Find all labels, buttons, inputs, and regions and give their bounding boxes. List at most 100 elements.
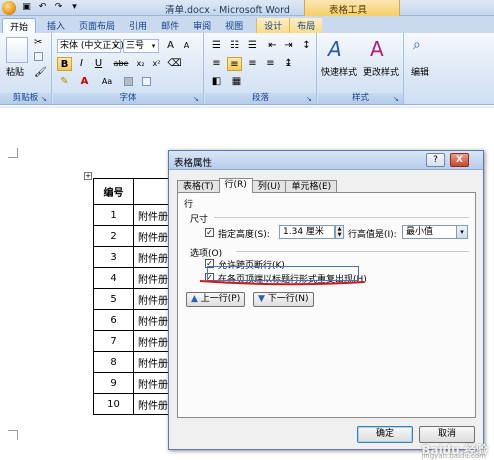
bold-button[interactable]: B xyxy=(57,57,72,71)
clear-format-icon[interactable]: ⌫ xyxy=(167,57,182,71)
size-label: 尺寸 xyxy=(190,215,209,225)
table-cell-num[interactable]: 4 xyxy=(93,267,134,289)
height-spinner[interactable]: ▲ ▼ xyxy=(335,225,344,239)
styles-launcher-icon[interactable]: ↘ xyxy=(393,95,401,103)
table-cell-num[interactable]: 5 xyxy=(93,288,134,310)
align-center-icon[interactable]: ≡ xyxy=(227,57,242,71)
grow-font-icon[interactable]: A xyxy=(163,39,178,53)
table-row: 编号 xyxy=(93,178,180,205)
ok-button[interactable]: 确定 xyxy=(357,426,413,443)
font-color-icon[interactable]: A xyxy=(77,75,92,89)
specify-height-checkbox[interactable]: ✓ xyxy=(205,228,214,237)
table-cell-num[interactable]: 2 xyxy=(93,225,134,247)
tab-row[interactable]: 行(R) xyxy=(218,178,253,193)
strikethrough-button[interactable]: abe xyxy=(111,57,131,71)
help-button[interactable]: ? xyxy=(426,153,445,167)
table-cell-num[interactable]: 8 xyxy=(93,351,134,373)
selection-highlight xyxy=(207,266,359,281)
table-row: 3 附件册 xyxy=(93,246,180,268)
superscript-button[interactable]: x² xyxy=(149,57,164,71)
tab-design[interactable]: 设计 xyxy=(256,18,290,33)
table-cell-num[interactable]: 7 xyxy=(93,330,134,352)
quick-styles-icon[interactable]: A xyxy=(328,37,342,61)
dialog-title-bar[interactable]: 表格属性 ? X xyxy=(169,151,483,170)
align-left-icon[interactable]: ≡ xyxy=(209,57,224,71)
shrink-font-icon[interactable]: A xyxy=(179,39,194,53)
tab-mailings[interactable]: 邮件 xyxy=(154,18,186,33)
tab-page-layout[interactable]: 页面布局 xyxy=(72,18,122,33)
ribbon: 粘贴 ✂ 🖌 剪贴板 ↘ 宋体 (中文正文) ▾ 三号 ▾ A A B I U ab… xyxy=(0,33,494,105)
char-shading-icon[interactable] xyxy=(121,75,136,89)
change-styles-icon[interactable]: A xyxy=(370,37,384,61)
document-table[interactable]: 编号 1 附件册 2 附件册 3 附件册 4 附件册 5 附件册 6 附件册 7 附件册 8附… xyxy=(93,178,180,415)
subscript-button[interactable]: x₂ xyxy=(133,57,148,71)
editing-group: ⌕ 编辑 xyxy=(405,33,439,105)
editing-button[interactable]: 编辑 xyxy=(411,65,429,78)
row-tab-panel: 行 尺寸 ✓ 指定高度(S): 1.34 厘米 ▲ ▼ 行高值是(I): 最小值 ▾… xyxy=(177,192,476,418)
table-cell-num[interactable]: 1 xyxy=(93,204,134,226)
clipboard-launcher-icon[interactable]: ↘ xyxy=(41,95,49,103)
format-painter-icon[interactable]: 🖌 xyxy=(34,67,47,78)
multilevel-list-icon[interactable]: ☰ xyxy=(245,39,260,53)
text-highlight-icon[interactable]: ✎ xyxy=(57,75,72,89)
table-move-handle-icon[interactable]: + xyxy=(84,172,92,180)
find-icon[interactable]: ⌕ xyxy=(413,37,421,53)
borders-icon[interactable]: ▦ xyxy=(229,75,244,89)
save-icon[interactable]: ▣ xyxy=(20,1,33,14)
context-tool-label: 表格工具 xyxy=(329,5,368,16)
styles-group-label: 样式 xyxy=(318,93,403,104)
chevron-down-icon: ▾ xyxy=(456,226,467,238)
font-launcher-icon[interactable]: ↘ xyxy=(193,95,201,103)
dialog-title: 表格属性 xyxy=(174,158,213,169)
table-cell-num[interactable]: 10 xyxy=(93,393,134,415)
tab-view[interactable]: 视图 xyxy=(218,18,250,33)
table-cell-num[interactable]: 6 xyxy=(93,309,134,331)
align-right-icon[interactable]: ≡ xyxy=(245,57,260,71)
previous-row-label: 上一行(P) xyxy=(200,294,241,304)
table-row: 10 附件册 xyxy=(93,393,180,415)
decrease-indent-icon[interactable]: ⇤ xyxy=(265,39,280,53)
underline-button[interactable]: U xyxy=(91,57,106,71)
redo-icon[interactable]: ↷ xyxy=(52,1,65,14)
sort-icon[interactable]: ↕ xyxy=(299,39,314,53)
table-header-cell[interactable]: 编号 xyxy=(93,178,134,205)
justify-icon[interactable]: ≡ xyxy=(263,57,278,71)
row-height-mode-select[interactable]: 最小值 ▾ xyxy=(402,225,468,239)
previous-row-button[interactable]: ▲ 上一行(P) xyxy=(186,292,246,307)
tab-review[interactable]: 审阅 xyxy=(186,18,218,33)
bullets-icon[interactable]: ☰ xyxy=(209,39,224,53)
height-input[interactable]: 1.34 厘米 xyxy=(279,225,335,239)
line-spacing-icon[interactable]: ↨ xyxy=(281,57,296,71)
arrow-up-icon: ▲ xyxy=(191,294,198,304)
char-border-icon[interactable] xyxy=(139,75,154,89)
table-cell-num[interactable]: 9 xyxy=(93,372,134,394)
change-case-button[interactable]: Aa xyxy=(97,75,117,89)
tab-home[interactable]: 开始 xyxy=(2,18,37,33)
customize-qat-icon[interactable]: ▾ xyxy=(68,1,81,14)
paragraph-group-label: 段落 xyxy=(205,93,316,104)
shading-icon[interactable]: ◧ xyxy=(209,75,224,89)
paste-icon[interactable] xyxy=(6,37,28,63)
font-size-select[interactable]: 三号 ▾ xyxy=(123,39,159,53)
paste-button[interactable]: 粘贴 xyxy=(6,65,24,78)
change-styles-button[interactable]: 更改样式 xyxy=(363,65,399,78)
font-name-select[interactable]: 宋体 (中文正文) ▾ xyxy=(57,39,124,53)
copy-icon[interactable] xyxy=(34,52,43,62)
italic-button[interactable]: I xyxy=(74,57,89,71)
margin-corner-top-left xyxy=(8,148,18,158)
clipboard-group: 粘贴 ✂ 🖌 剪贴板 ↘ xyxy=(0,33,52,105)
table-cell-num[interactable]: 3 xyxy=(93,246,134,268)
tab-insert[interactable]: 插入 xyxy=(40,18,72,33)
close-button[interactable]: X xyxy=(450,153,469,167)
quick-styles-button[interactable]: 快速样式 xyxy=(321,65,357,78)
table-row: 7 附件册 xyxy=(93,330,180,352)
increase-indent-icon[interactable]: ⇥ xyxy=(281,39,296,53)
numbering-icon[interactable]: ☷ xyxy=(227,39,242,53)
office-button[interactable] xyxy=(2,1,16,15)
next-row-button[interactable]: ▼ 下一行(N) xyxy=(253,292,314,307)
undo-icon[interactable]: ↶ xyxy=(36,1,49,14)
paragraph-launcher-icon[interactable]: ↘ xyxy=(306,95,314,103)
tab-references[interactable]: 引用 xyxy=(122,18,154,33)
tab-layout[interactable]: 布局 xyxy=(289,18,323,33)
cut-icon[interactable]: ✂ xyxy=(34,37,42,48)
